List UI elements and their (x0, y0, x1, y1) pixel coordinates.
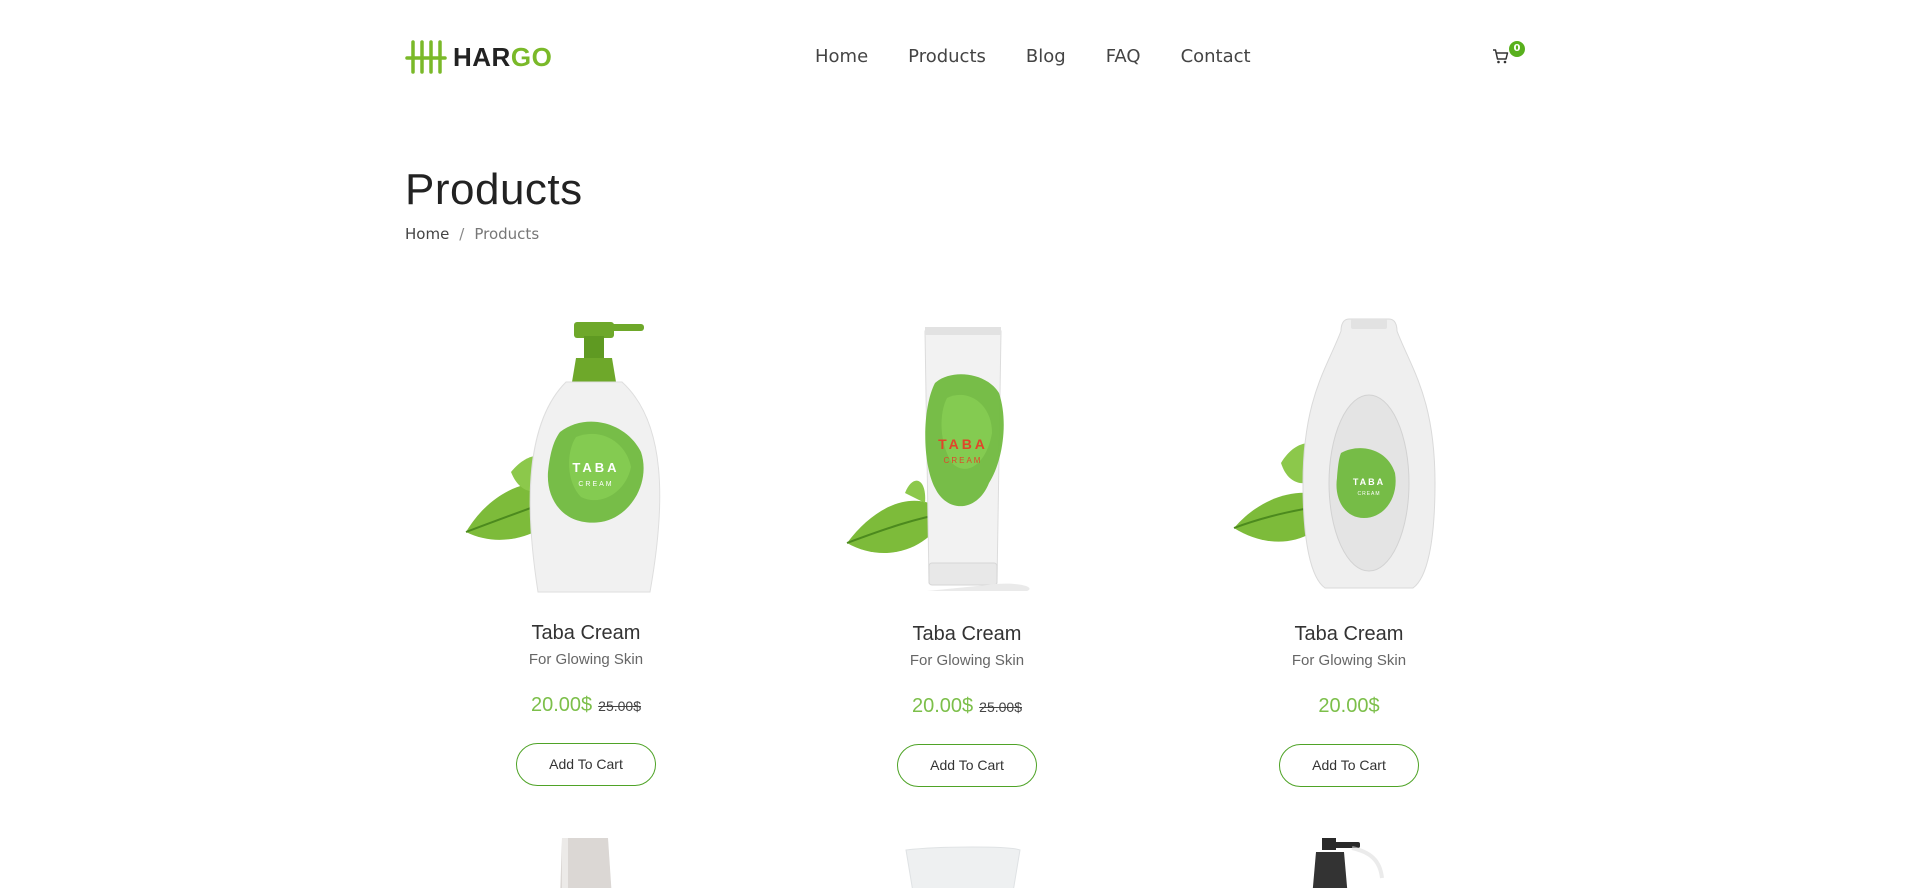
svg-text:CREAM: CREAM (944, 456, 983, 465)
main-nav: Home Products Blog FAQ Contact (815, 46, 1251, 67)
nav-products[interactable]: Products (908, 46, 986, 67)
svg-text:CREAM: CREAM (578, 481, 613, 488)
logo-mark-icon (405, 40, 447, 74)
svg-text:TABA: TABA (1353, 477, 1385, 487)
nav-contact[interactable]: Contact (1181, 46, 1251, 67)
add-to-cart-button[interactable]: Add To Cart (897, 744, 1037, 787)
svg-text:CREAM: CREAM (1357, 491, 1380, 497)
product-subtitle: For Glowing Skin (1291, 652, 1407, 669)
page-title: Products (405, 165, 583, 214)
logo[interactable]: HARGO (405, 40, 552, 74)
product-name[interactable]: Taba Cream (1159, 623, 1539, 646)
cart-count-badge: 0 (1509, 41, 1525, 57)
product-image-pump-bottle[interactable]: TABA CREAM (436, 312, 736, 602)
product-image-partial[interactable] (900, 838, 1100, 888)
product-card: TABA CREAM Taba Cream For Glowing Skin 2… (396, 312, 776, 786)
nav-blog[interactable]: Blog (1026, 46, 1066, 67)
product-subtitle: For Glowing Skin (909, 652, 1025, 669)
product-price: 20.00$ (912, 695, 974, 717)
nav-faq[interactable]: FAQ (1106, 46, 1141, 67)
product-image-tube[interactable]: TABA CREAM (817, 313, 1117, 603)
add-to-cart-button[interactable]: Add To Cart (1279, 744, 1419, 787)
breadcrumb-current: Products (474, 225, 540, 243)
product-image-partial[interactable] (1300, 838, 1500, 888)
nav-home[interactable]: Home (815, 46, 868, 67)
svg-text:TABA: TABA (572, 460, 619, 475)
product-price: 20.00$ (1318, 695, 1380, 717)
product-image-bottle[interactable]: TABA CREAM (1199, 313, 1499, 603)
breadcrumb-home[interactable]: Home (405, 225, 449, 243)
price-row: 20.00$ 25.00$ (396, 694, 776, 717)
logo-text: HARGO (453, 41, 553, 72)
cart-icon (1493, 49, 1509, 64)
breadcrumb-separator: / (459, 225, 465, 243)
svg-text:TABA: TABA (938, 436, 988, 452)
product-name[interactable]: Taba Cream (777, 623, 1157, 646)
site-header: HARGO Home Products Blog FAQ Contact 0 (0, 0, 1920, 115)
product-image-partial[interactable] (540, 838, 740, 888)
product-old-price: 25.00$ (979, 699, 1022, 715)
product-card: TABA CREAM Taba Cream For Glowing Skin 2… (777, 313, 1157, 787)
product-subtitle: For Glowing Skin (528, 651, 644, 668)
price-row: 20.00$ 25.00$ (777, 695, 1157, 718)
product-price: 20.00$ (531, 694, 593, 716)
cart-button[interactable]: 0 (1492, 41, 1525, 68)
add-to-cart-button[interactable]: Add To Cart (516, 743, 656, 786)
price-row: 20.00$ (1159, 695, 1539, 718)
product-old-price: 25.00$ (598, 698, 641, 714)
breadcrumb: Home / Products (405, 225, 539, 243)
product-name[interactable]: Taba Cream (396, 622, 776, 645)
product-card: TABA CREAM Taba Cream For Glowing Skin 2… (1159, 313, 1539, 787)
